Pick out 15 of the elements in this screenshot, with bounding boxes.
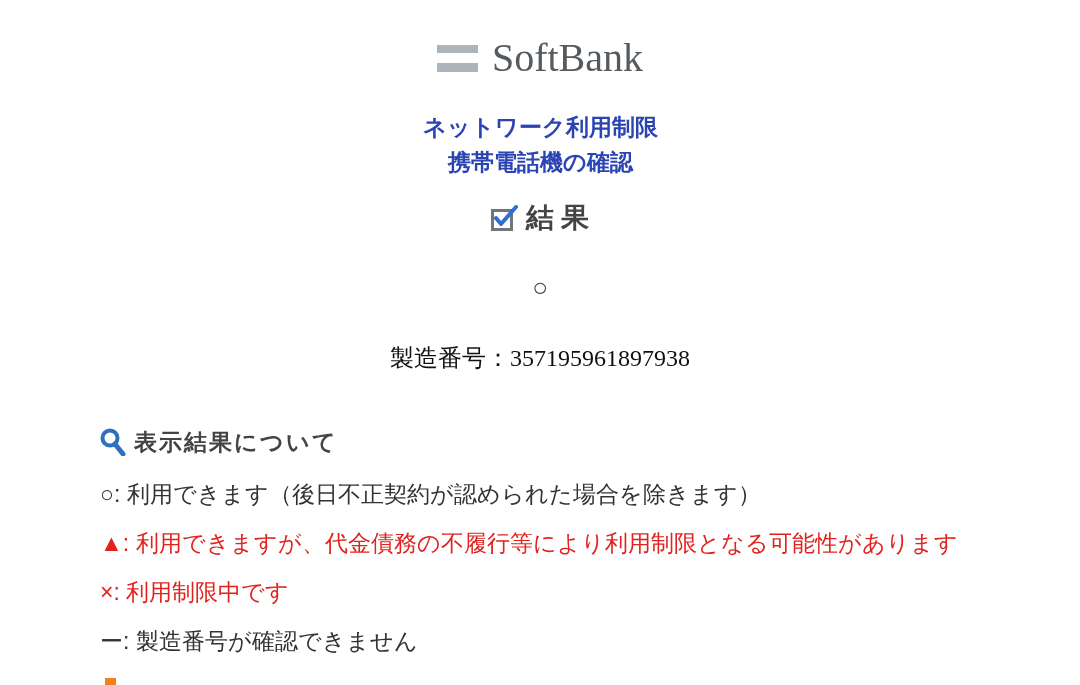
checkbox-icon <box>490 205 518 231</box>
result-symbol: ○ <box>532 271 548 303</box>
serial-number: 製造番号：357195961897938 <box>390 344 690 373</box>
legend-item: ○: 利用できます（後日不正契約が認められた場合を除きます） <box>100 480 761 509</box>
page-title: ネットワーク利用制限 <box>422 114 658 142</box>
logo-bars-icon <box>436 44 478 72</box>
search-icon <box>100 428 126 456</box>
legend-item: ▲: 利用できますが、代金債務の不履行等により利用制限となる可能性があります <box>100 529 958 558</box>
page-title: 携帯電話機の確認 <box>447 149 633 177</box>
legend-item: ー: 製造番号が確認できません <box>100 627 418 656</box>
legend-item: ×: 利用制限中です <box>100 578 290 607</box>
marker-icon <box>105 678 116 685</box>
legend-heading: 表示結果について <box>134 428 338 457</box>
logo-text: SoftBank <box>491 38 644 78</box>
result-heading: 結 果 <box>525 201 590 235</box>
